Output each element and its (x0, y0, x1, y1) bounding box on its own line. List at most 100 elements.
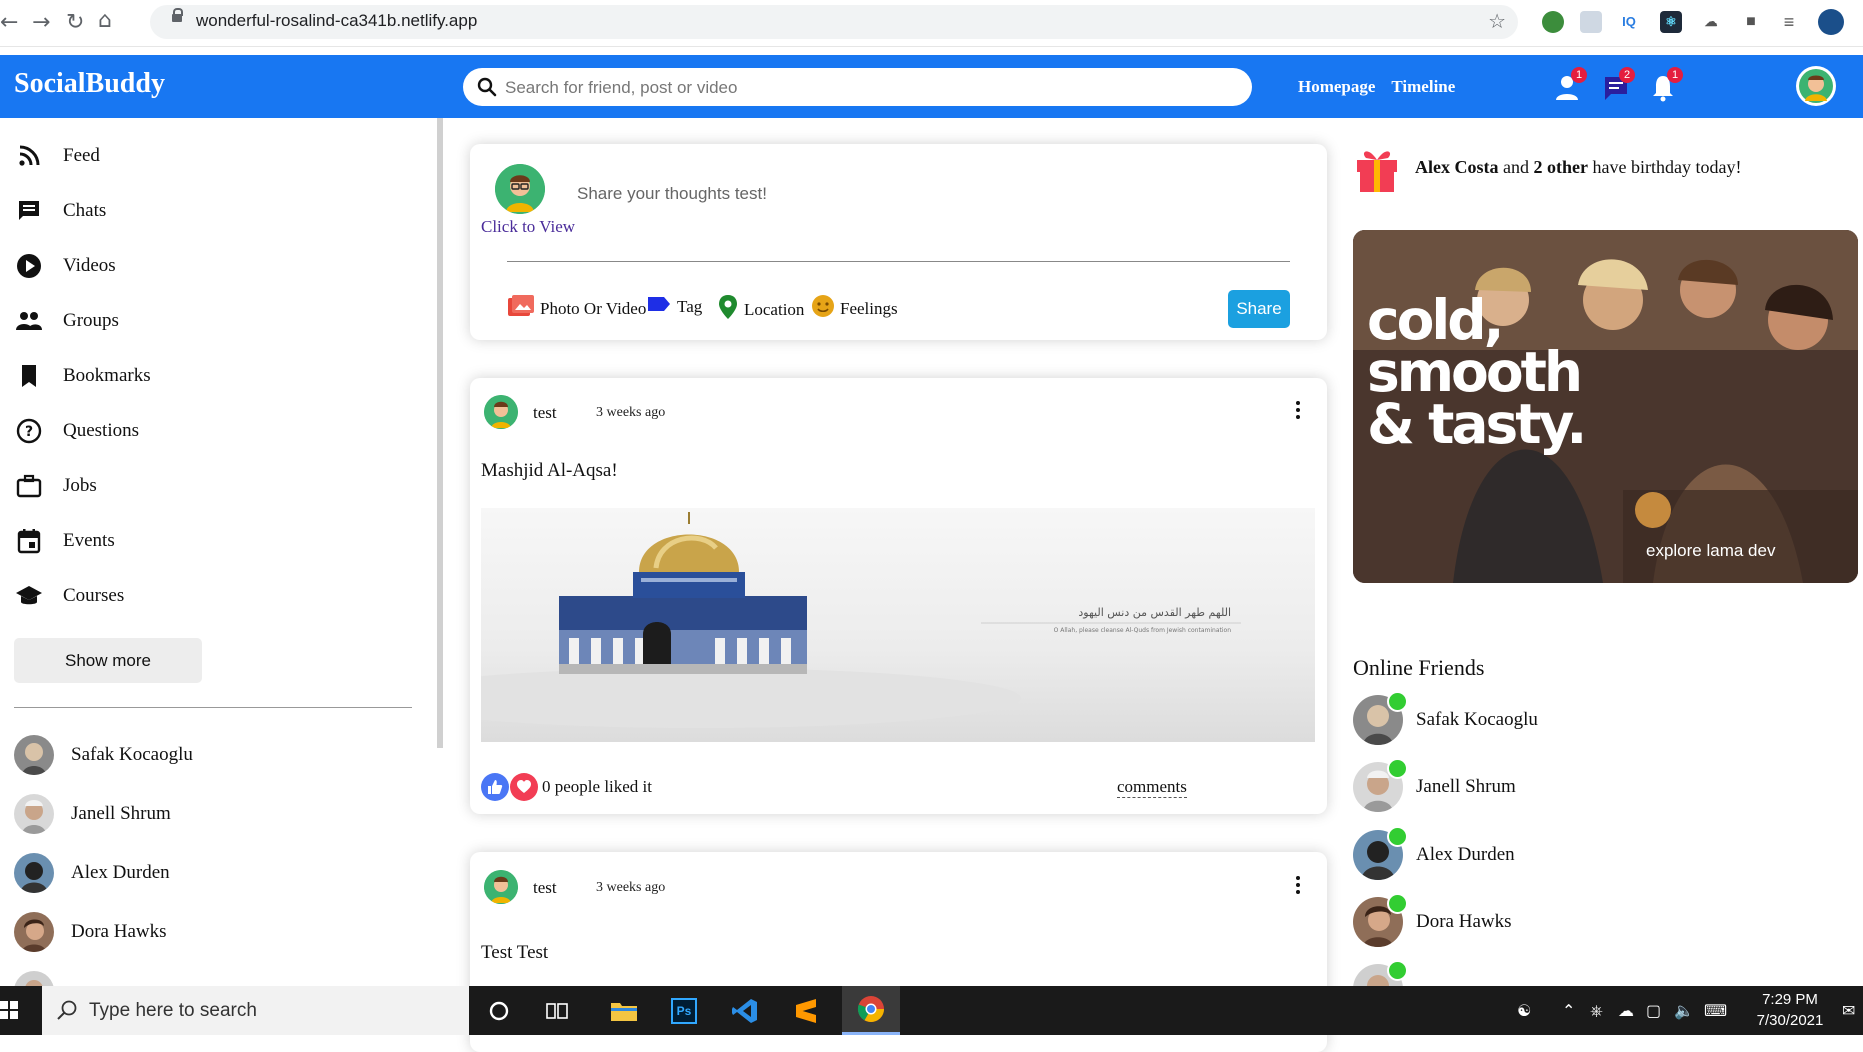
ad-headline: cold, smooth & tasty. (1367, 288, 1587, 452)
like-icon[interactable] (481, 773, 509, 801)
friend-list-item[interactable]: Janell Shrum (14, 793, 171, 835)
search-bar[interactable] (463, 68, 1252, 106)
post-author-avatar[interactable] (484, 395, 518, 429)
forward-icon[interactable]: → (32, 10, 50, 35)
search-input[interactable] (503, 75, 1227, 101)
feelings-option[interactable]: Feelings (811, 294, 898, 323)
bookmark-star-icon[interactable]: ☆ (1488, 9, 1506, 33)
homepage-link[interactable]: Homepage (1298, 77, 1375, 96)
sidebar-item-videos[interactable]: Videos (14, 251, 116, 281)
heart-icon[interactable] (510, 773, 538, 801)
image-ext-icon[interactable] (1580, 11, 1602, 33)
friend-list-item[interactable]: Alex Durden (14, 852, 170, 894)
online-friends-title: Online Friends (1353, 655, 1485, 680)
volume-icon[interactable]: 🔈 (1674, 1001, 1694, 1020)
messages-badge: 2 (1619, 67, 1635, 83)
notifications-badge: 1 (1667, 67, 1683, 83)
sidebar-item-questions[interactable]: ? Questions (14, 416, 139, 446)
online-friend-name: Janell Shrum (1416, 776, 1516, 797)
sidebar-item-feed[interactable]: Feed (14, 141, 100, 171)
friend-list-item[interactable]: Dora Hawks (14, 911, 167, 953)
sidebar-item-label: Courses (63, 585, 125, 606)
photo-video-label: Photo Or Video (540, 298, 647, 318)
onedrive-icon[interactable]: ☁ (1618, 1001, 1634, 1020)
messages-icon[interactable]: 2 (1603, 67, 1635, 103)
profile-avatar[interactable] (1818, 9, 1844, 35)
sidebar-scrollbar[interactable] (437, 118, 443, 748)
comments-link[interactable]: comments (1117, 777, 1187, 798)
ad-headline-line1: cold, (1367, 288, 1505, 352)
post-author-name[interactable]: test (533, 403, 557, 423)
post-author-avatar[interactable] (484, 870, 518, 904)
cortana-icon[interactable] (470, 986, 528, 1035)
online-friend-item[interactable]: Alex Durden (1353, 826, 1515, 880)
sidebar-item-events[interactable]: Events (14, 526, 115, 556)
task-view-icon[interactable] (528, 986, 586, 1035)
location-pin-icon (717, 294, 739, 325)
label-icon (646, 294, 672, 319)
dome-of-the-rock-illustration: اللهم طهر القدس من دنس اليهود O Allah, p… (481, 512, 1241, 728)
keyboard-icon[interactable]: ⌨ (1704, 1001, 1727, 1020)
friend-list-item[interactable]: Safak Kocaoglu (14, 734, 193, 776)
react-ext-icon[interactable]: ⚛ (1660, 11, 1682, 33)
sidebar-item-groups[interactable]: Groups (14, 306, 119, 336)
show-more-button[interactable]: Show more (14, 638, 202, 683)
share-divider (507, 261, 1290, 262)
tag-option[interactable]: Tag (646, 294, 702, 319)
tray-overflow-icon[interactable]: ⌃ (1562, 1001, 1575, 1020)
advertisement-banner[interactable]: cold, smooth & tasty. explore lama dev (1353, 230, 1858, 583)
friend-requests-icon[interactable]: 1 (1555, 67, 1587, 103)
iq-ext-icon[interactable]: IQ (1618, 11, 1640, 33)
sidebar-item-chats[interactable]: Chats (14, 196, 106, 226)
cloud-ext-icon[interactable]: ☁ (1700, 11, 1722, 33)
photoshop-icon[interactable]: Ps (655, 986, 713, 1035)
timeline-link[interactable]: Timeline (1391, 77, 1455, 96)
taskbar-search-box[interactable]: Type here to search (42, 986, 469, 1035)
post-author-name[interactable]: test (533, 878, 557, 898)
chrome-icon[interactable] (842, 986, 900, 1035)
notification-center-icon[interactable]: ✉ (1842, 1001, 1855, 1020)
share-input[interactable] (575, 181, 1179, 207)
notifications-icon[interactable]: 1 (1651, 67, 1683, 103)
more-vert-icon[interactable] (1292, 874, 1304, 900)
reading-list-icon[interactable]: ≡ (1778, 11, 1800, 33)
share-user-avatar[interactable] (495, 164, 545, 214)
usb-icon[interactable]: ⎈ (1590, 1001, 1603, 1021)
people-icon[interactable]: ☯ (1517, 1001, 1531, 1020)
sidebar-item-bookmarks[interactable]: Bookmarks (14, 361, 151, 391)
post-text: Mashjid Al-Aqsa! (481, 460, 618, 481)
puzzle-icon[interactable]: ■ (1740, 11, 1762, 33)
click-to-view-link[interactable]: Click to View (481, 217, 575, 237)
sublime-icon[interactable] (777, 986, 835, 1035)
taskbar-clock[interactable]: 7:29 PM 7/30/2021 (1745, 989, 1835, 1031)
app-logo[interactable]: SocialBuddy (14, 68, 165, 100)
share-button[interactable]: Share (1228, 290, 1290, 328)
online-status-dot (1387, 960, 1408, 981)
globe-ext-icon[interactable] (1542, 11, 1564, 33)
post-image[interactable]: اللهم طهر القدس من دنس اليهود O Allah, p… (481, 508, 1315, 742)
sidebar-item-courses[interactable]: Courses (14, 581, 124, 611)
home-icon[interactable]: ⌂ (98, 8, 112, 33)
vscode-icon[interactable] (716, 986, 774, 1035)
app-topbar: SocialBuddy Homepage Timeline 1 2 1 (0, 55, 1863, 118)
file-explorer-icon[interactable] (595, 986, 653, 1035)
rss-feed-icon (14, 141, 44, 171)
location-option[interactable]: Location (717, 294, 804, 325)
address-bar[interactable]: wonderful-rosalind-ca341b.netlify.app ☆ (150, 5, 1518, 39)
network-icon[interactable]: ▢ (1646, 1001, 1661, 1020)
back-icon[interactable]: ← (0, 10, 18, 35)
online-friend-item[interactable]: Safak Kocaoglu (1353, 691, 1538, 745)
windows-start-icon[interactable] (0, 1001, 18, 1019)
friend-name: Janell Shrum (71, 803, 171, 824)
photo-video-option[interactable]: Photo Or Video (507, 294, 646, 323)
sidebar-item-label: Groups (63, 310, 119, 331)
friend-list-item-partial[interactable] (14, 970, 54, 986)
online-friend-item[interactable]: Dora Hawks (1353, 893, 1512, 947)
reload-icon[interactable]: ↻ (66, 10, 84, 35)
address-url[interactable]: wonderful-rosalind-ca341b.netlify.app (196, 11, 477, 31)
user-avatar[interactable] (1796, 66, 1836, 106)
friend-name: Safak Kocaoglu (71, 744, 193, 765)
online-friend-item[interactable]: Janell Shrum (1353, 758, 1516, 812)
more-vert-icon[interactable] (1292, 399, 1304, 425)
sidebar-item-jobs[interactable]: Jobs (14, 471, 97, 501)
